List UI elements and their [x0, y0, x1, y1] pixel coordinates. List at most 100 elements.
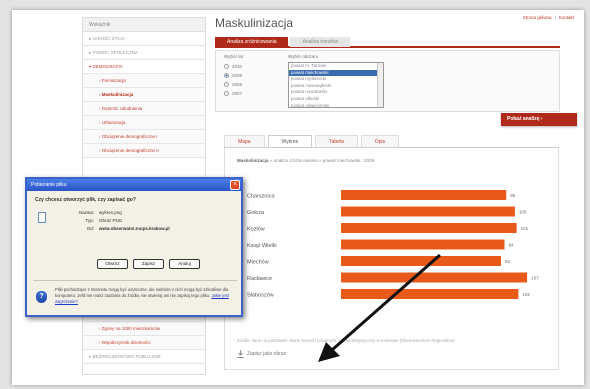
area-option[interactable]: powiat miechowski — [289, 69, 383, 77]
radio-icon[interactable] — [224, 91, 229, 96]
value-label-golcza: 100 — [519, 210, 527, 215]
year-option-2008[interactable]: 2008 — [224, 80, 242, 89]
area-label: Wybór obszaru — [288, 54, 319, 59]
area-option[interactable]: powiat nowosądecki — [289, 83, 383, 90]
area-option[interactable]: powiat myślenicki — [289, 76, 383, 83]
category-label-golcza: Gołcza — [247, 210, 265, 216]
year-label: Wybór lat — [224, 54, 243, 59]
sidebar-item-gestosc-zaludnienia[interactable]: › Gęstość zaludnienia — [83, 102, 205, 116]
sidebar-top-list: ▸ JAKOŚĆ ŻYCIA ▸ POMOC SPOŁECZNA ▾ DEMOGRA… — [83, 32, 205, 158]
show-analysis-button[interactable]: Pokaż analizę › — [501, 113, 577, 126]
value-label-kozlow: 101 — [521, 226, 529, 231]
year-option-label: 2009 — [232, 73, 243, 78]
bar-ksiaz-wielki — [341, 239, 505, 250]
area-option[interactable]: powiat oświęcimski — [289, 103, 383, 107]
warning-text: Pliki pochodzące z Internetu mogą być uż… — [55, 287, 229, 298]
bar-golcza — [341, 206, 515, 217]
file-icon — [38, 212, 46, 223]
sidebar-item-obciazenie-demograficzne-ii[interactable]: › Obciążenie demograficzne II — [83, 144, 205, 158]
file-type-value: Obraz PNG — [99, 218, 123, 223]
year-option-label: 2007 — [232, 91, 243, 96]
sidebar-header: Wskaźnik — [83, 18, 205, 32]
area-listbox-scrollbar[interactable] — [377, 63, 383, 107]
save-image-link[interactable]: Zapisz jako obraz — [237, 350, 286, 358]
analysis-tabs: Analiza zróżnicowania Analiza trendów — [215, 37, 560, 48]
dialog-buttons: Otwórz Zapisz Anuluj — [97, 259, 200, 269]
chart-panel: Maskulinizacja » Analiza zróżnicowania »… — [224, 148, 559, 370]
top-links-separator: | — [554, 15, 556, 20]
year-option-2010[interactable]: 2010 — [224, 62, 242, 71]
top-links: Strona główna | Kontakt — [523, 15, 574, 20]
category-label-slaboszow: Słaboszów — [247, 293, 274, 299]
file-name-value: wykres.png — [99, 210, 122, 215]
radio-icon[interactable] — [224, 73, 229, 78]
breadcrumb-title: Maskulinizacja — [237, 158, 269, 163]
area-options: powiat m. Tarnów powiat miechowski powiat … — [289, 63, 383, 107]
category-label-kozlow: Kozłów — [247, 227, 265, 233]
sidebar-item-jakosc-zycia[interactable]: ▸ JAKOŚĆ ŻYCIA — [83, 32, 205, 46]
tab-mapa[interactable]: Mapa — [224, 135, 265, 147]
cancel-button[interactable]: Anuluj — [169, 259, 200, 269]
download-icon — [237, 350, 244, 358]
value-label-raclawice: 107 — [531, 276, 539, 281]
dialog-question: Czy chcesz otworzyć plik, czy zapisać go… — [35, 197, 136, 203]
dialog-titlebar[interactable]: Pobieranie pliku × — [27, 179, 241, 191]
sidebar-item-zgony-na-1000-mieszkancow[interactable]: › Zgony na 1000 mieszkańców — [83, 322, 205, 336]
category-label-charsznica: Charsznica — [247, 194, 275, 200]
file-source-value: www.obserwator.mops.krakow.pl — [99, 226, 170, 231]
sidebar-item-pomoc-spoleczna[interactable]: ▸ POMOC SPOŁECZNA — [83, 46, 205, 60]
tab-wykres[interactable]: Wykres — [267, 135, 313, 147]
year-option-label: 2010 — [232, 64, 243, 69]
sidebar-item-wspolczynnik-dzietnosci[interactable]: › Współczynnik dzietności — [83, 336, 205, 350]
bar-raclawice — [341, 272, 528, 283]
save-button[interactable]: Zapisz — [133, 259, 164, 269]
value-label-slaboszow: 102 — [522, 292, 530, 297]
category-label-raclawice: Racławice — [247, 276, 272, 282]
category-label-ksiaz-wielki: Książ Wielki — [247, 243, 277, 249]
value-label-charsznica: 95 — [510, 193, 516, 198]
radio-icon[interactable] — [224, 64, 229, 69]
year-option-2009[interactable]: 2009 — [224, 71, 242, 80]
open-button[interactable]: Otwórz — [97, 259, 128, 269]
sidebar-item-demografia[interactable]: ▾ DEMOGRAFIA — [83, 60, 205, 74]
area-option[interactable]: powiat olkuski — [289, 96, 383, 103]
year-option-2007[interactable]: 2007 — [224, 89, 242, 98]
dialog-warning: Pliki pochodzące z Internetu mogą być uż… — [55, 287, 237, 305]
bar-charsznica — [341, 190, 507, 200]
radio-icon[interactable] — [224, 82, 229, 87]
area-listbox[interactable]: powiat m. Tarnów powiat miechowski powiat … — [288, 62, 384, 108]
contact-link[interactable]: Kontakt — [559, 15, 574, 20]
dialog-title: Pobieranie pliku — [31, 182, 67, 188]
source-note: Źródło: dane na podstawie: Bank Danych L… — [237, 338, 455, 343]
close-icon[interactable]: × — [230, 180, 240, 190]
file-type-key: Typ: — [85, 218, 94, 223]
shield-icon: ? — [36, 291, 47, 303]
sidebar-item-feminizacja[interactable]: › Feminizacja — [83, 74, 205, 88]
file-name-row: Nazwa: wykres.png — [73, 210, 170, 218]
tab-analiza-trendow[interactable]: Analiza trendów — [290, 37, 351, 47]
bar-slaboszow — [341, 289, 519, 299]
file-download-dialog: Pobieranie pliku × Czy chcesz otworzyć p… — [25, 177, 243, 317]
bar-miechow — [341, 256, 501, 266]
sidebar-item-maskulinizacja[interactable]: › Maskulinizacja — [83, 88, 205, 102]
home-link[interactable]: Strona główna — [523, 15, 552, 20]
file-type-row: Typ: Obraz PNG — [73, 218, 170, 226]
page-title: Maskulinizacja — [215, 16, 294, 30]
tab-opis[interactable]: Opis — [360, 135, 400, 147]
category-label-miechow: Miechów — [247, 260, 269, 266]
sidebar-item-bezpieczenstwo-publiczne[interactable]: ▸ BEZPIECZEŃSTWO PUBLICZNE — [83, 350, 205, 364]
area-option[interactable]: powiat nowotarski — [289, 89, 383, 96]
dialog-divider — [33, 280, 237, 281]
sidebar-item-obciazenie-demograficzne-i[interactable]: › Obciążenie demograficzne I — [83, 130, 205, 144]
file-source-key: Od: — [86, 226, 94, 231]
view-tabs: Mapa Wykres Tabela Opis — [224, 135, 559, 148]
value-label-miechow: 92 — [505, 259, 511, 264]
sidebar-item-urbanizacja[interactable]: › Urbanizacja — [83, 116, 205, 130]
file-info: Nazwa: wykres.png Typ: Obraz PNG Od: www.ob… — [73, 210, 170, 234]
breadcrumb-path: » Analiza zróżnicowania » powiat miechow… — [268, 158, 375, 163]
area-option[interactable]: powiat m. Tarnów — [289, 63, 383, 70]
year-radio-group: 2010 2009 2008 2007 — [224, 62, 242, 98]
tab-analiza-zroznicowania[interactable]: Analiza zróżnicowania — [215, 37, 289, 47]
tab-tabela[interactable]: Tabela — [315, 135, 358, 147]
file-name-key: Nazwa: — [78, 210, 94, 215]
